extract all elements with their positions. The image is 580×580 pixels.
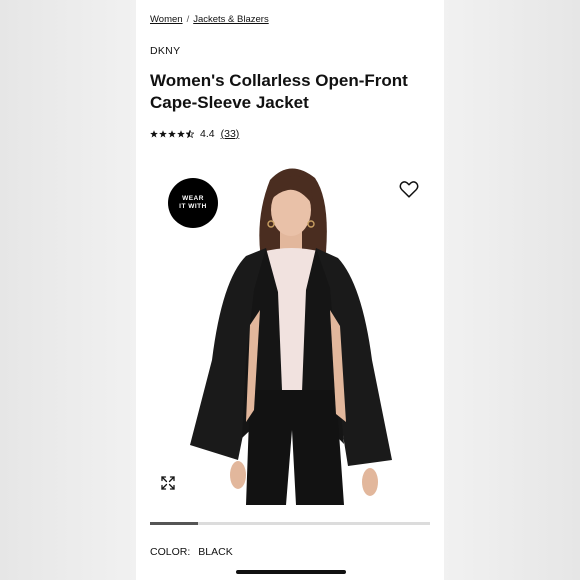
rating-stars xyxy=(150,130,194,138)
home-indicator[interactable] xyxy=(236,570,346,574)
color-label: COLOR: xyxy=(150,546,191,558)
heart-outline-icon[interactable] xyxy=(398,178,420,200)
breadcrumb-separator: / xyxy=(186,14,190,25)
product-brand[interactable]: DKNY xyxy=(150,45,180,57)
carousel-progress-fill xyxy=(150,522,198,525)
carousel-progress-bar xyxy=(150,522,430,525)
product-image-carousel[interactable]: WEAR IT WITH xyxy=(150,160,430,505)
rating-value: 4.4 xyxy=(200,128,215,140)
star-full-icon xyxy=(177,130,185,138)
wear-it-with-label: WEAR IT WITH xyxy=(179,195,207,210)
breadcrumb-link-jackets-blazers[interactable]: Jackets & Blazers xyxy=(193,14,269,25)
left-background xyxy=(0,0,136,580)
star-half-icon xyxy=(186,130,194,138)
product-rating[interactable]: 4.4 (33) xyxy=(150,128,239,140)
star-full-icon xyxy=(150,130,158,138)
color-value: BLACK xyxy=(198,546,233,558)
expand-arrows-icon[interactable] xyxy=(160,475,176,491)
breadcrumb-link-women[interactable]: Women xyxy=(150,14,183,25)
breadcrumb: Women / Jackets & Blazers xyxy=(150,14,269,25)
star-full-icon xyxy=(168,130,176,138)
star-full-icon xyxy=(159,130,167,138)
right-background xyxy=(444,0,580,580)
color-selector: COLOR: BLACK xyxy=(150,546,233,558)
wear-it-with-button[interactable]: WEAR IT WITH xyxy=(168,178,218,228)
rating-count-link[interactable]: (33) xyxy=(221,128,240,140)
product-page: Women / Jackets & Blazers DKNY Women's C… xyxy=(136,0,444,580)
product-title: Women's Collarless Open-Front Cape-Sleev… xyxy=(150,71,408,112)
